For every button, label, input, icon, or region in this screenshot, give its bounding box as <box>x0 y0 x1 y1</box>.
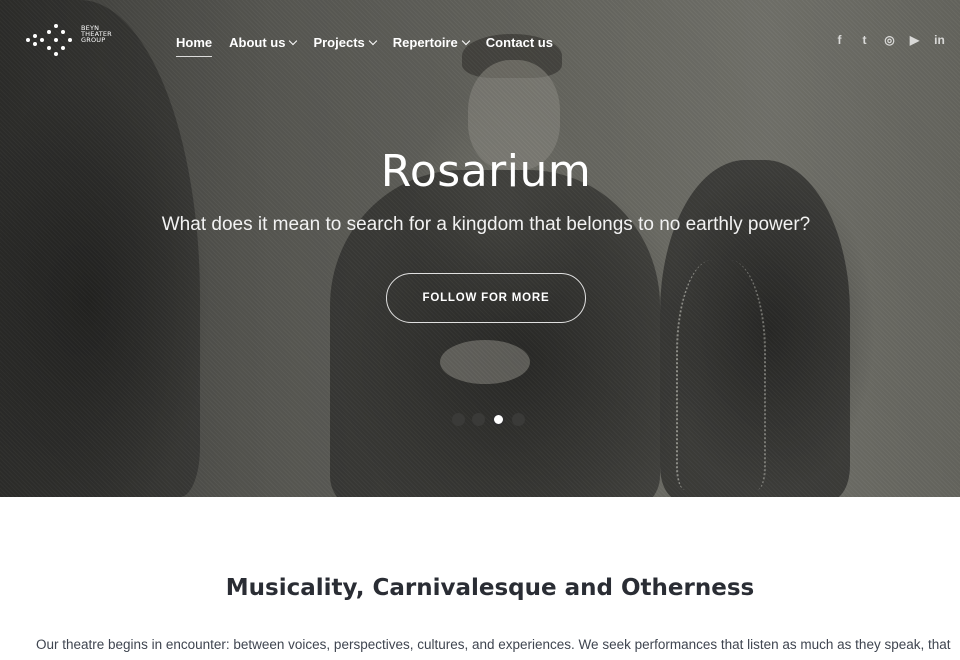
logo-dot <box>61 30 65 34</box>
nav-item-projects[interactable]: Projects <box>313 31 378 53</box>
slider-dot-3[interactable] <box>492 413 505 426</box>
chevron-down-icon <box>289 36 298 45</box>
logo-dot <box>33 34 37 38</box>
logo-dot <box>47 30 51 34</box>
slider-pagination <box>452 413 532 426</box>
hero-subtitle: What does it mean to search for a kingdo… <box>161 214 811 235</box>
twitter-icon[interactable]: t <box>852 31 877 49</box>
slider-dot-2[interactable] <box>472 413 485 426</box>
main-nav: Home About us Projects Repertoire Contac… <box>176 30 570 57</box>
logo-dot <box>54 52 58 56</box>
nav-item-about-us[interactable]: About us <box>229 31 298 53</box>
logo-text-line: GROUP <box>81 36 106 44</box>
chevron-down-icon <box>368 36 378 45</box>
instagram-icon[interactable]: ◎ <box>877 31 902 49</box>
facebook-icon[interactable]: f <box>827 31 852 49</box>
nav-item-contact-us[interactable]: Contact us <box>486 31 553 53</box>
nav-item-label: Projects <box>313 34 365 50</box>
section-title: Musicality, Carnivalesque and Otherness <box>225 575 755 601</box>
logo-dot <box>40 38 44 42</box>
logo-dot <box>54 38 58 42</box>
nav-item-label: Home <box>176 34 213 50</box>
social-links: f t ◎ ▶ in <box>827 31 952 49</box>
logo-dot <box>61 46 65 50</box>
logo-text: BEYN THEATER GROUP <box>81 25 121 44</box>
nav-item-label: Repertoire <box>392 34 458 50</box>
nav-item-home[interactable]: Home <box>176 31 213 57</box>
logo[interactable]: BEYN THEATER GROUP <box>26 24 116 58</box>
nav-item-repertoire[interactable]: Repertoire <box>392 31 471 53</box>
follow-for-more-button[interactable]: FOLLOW FOR MORE <box>386 273 586 323</box>
slider-dot-4[interactable] <box>512 413 525 426</box>
slider-dot-1[interactable] <box>452 413 465 426</box>
nav-item-label: About us <box>229 34 286 50</box>
section-body: Our theatre begins in encounter: between… <box>36 637 951 652</box>
logo-dot <box>47 46 51 50</box>
logo-dot <box>68 38 72 42</box>
linkedin-icon[interactable]: in <box>927 31 952 49</box>
hero-title: Rosarium <box>380 146 592 197</box>
nav-item-label: Contact us <box>485 34 553 50</box>
logo-dot <box>54 24 58 28</box>
chevron-down-icon <box>461 36 471 45</box>
youtube-icon[interactable]: ▶ <box>902 31 927 49</box>
hero-banner: BEYN THEATER GROUP Home About us Project… <box>0 0 960 497</box>
logo-dot <box>26 38 30 42</box>
logo-dot <box>33 42 37 46</box>
